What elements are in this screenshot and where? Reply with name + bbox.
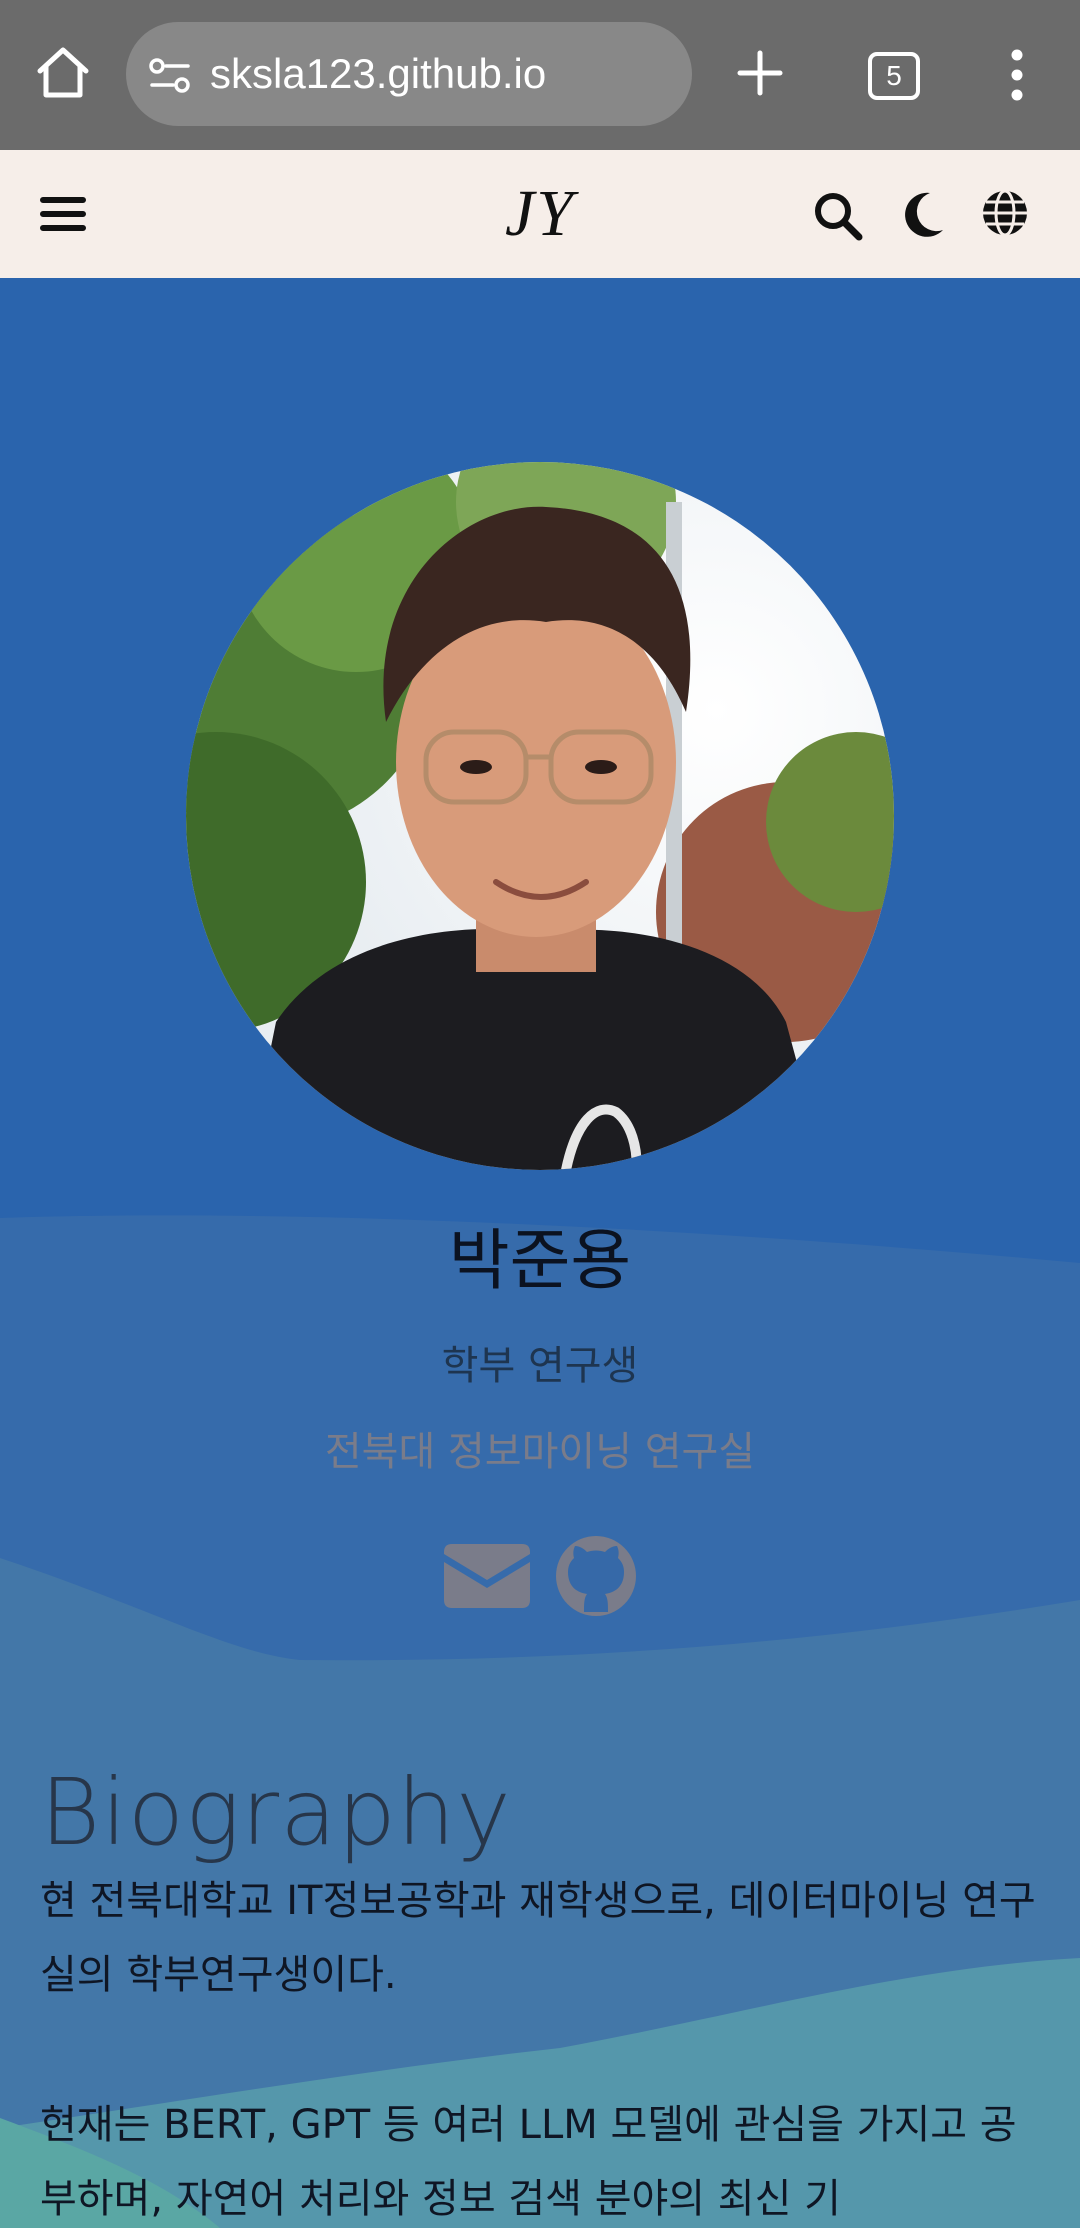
address-bar[interactable]: sksla123.github.io [126, 22, 692, 126]
profile-role: 학부 연구생 [441, 1343, 639, 1389]
site-navbar: JY [0, 150, 1080, 279]
url-text[interactable]: sksla123.github.io [210, 46, 546, 102]
biography-heading: Biography [40, 1759, 512, 1866]
profile-avatar [186, 462, 894, 1170]
envelope-icon[interactable] [444, 1544, 530, 1608]
tab-count: 5 [886, 60, 902, 91]
biography-paragraph: 현재는 BERT, GPT 등 여러 LLM 모델에 관심을 가지고 공부하며,… [40, 2102, 1017, 2222]
tab-switcher-icon[interactable]: 5 [868, 52, 920, 100]
new-tab-icon[interactable] [735, 48, 785, 98]
browser-toolbar: sksla123.github.io 5 [0, 0, 1080, 150]
site-settings-icon[interactable] [148, 56, 192, 96]
hero-section: 박준용 학부 연구생 전북대 정보마이닝 연구실 Biography 현 전북대… [0, 278, 1080, 2228]
hamburger-menu-icon[interactable] [40, 194, 86, 234]
github-icon[interactable] [554, 1534, 638, 1618]
social-links [0, 1530, 1080, 1616]
search-icon[interactable] [812, 190, 864, 242]
site-logo[interactable]: JY [440, 170, 640, 258]
profile-organization: 전북대 정보마이닝 연구실 [324, 1429, 756, 1475]
home-icon[interactable] [34, 44, 92, 102]
globe-icon[interactable] [980, 188, 1030, 238]
biography-paragraph: 현 전북대학교 IT정보공학과 재학생으로, 데이터마이닝 연구실의 학부연구생… [40, 1878, 1036, 1998]
moon-icon[interactable] [900, 190, 946, 238]
more-options-icon[interactable] [1006, 48, 1028, 102]
profile-name: 박준용 [448, 1222, 632, 1299]
